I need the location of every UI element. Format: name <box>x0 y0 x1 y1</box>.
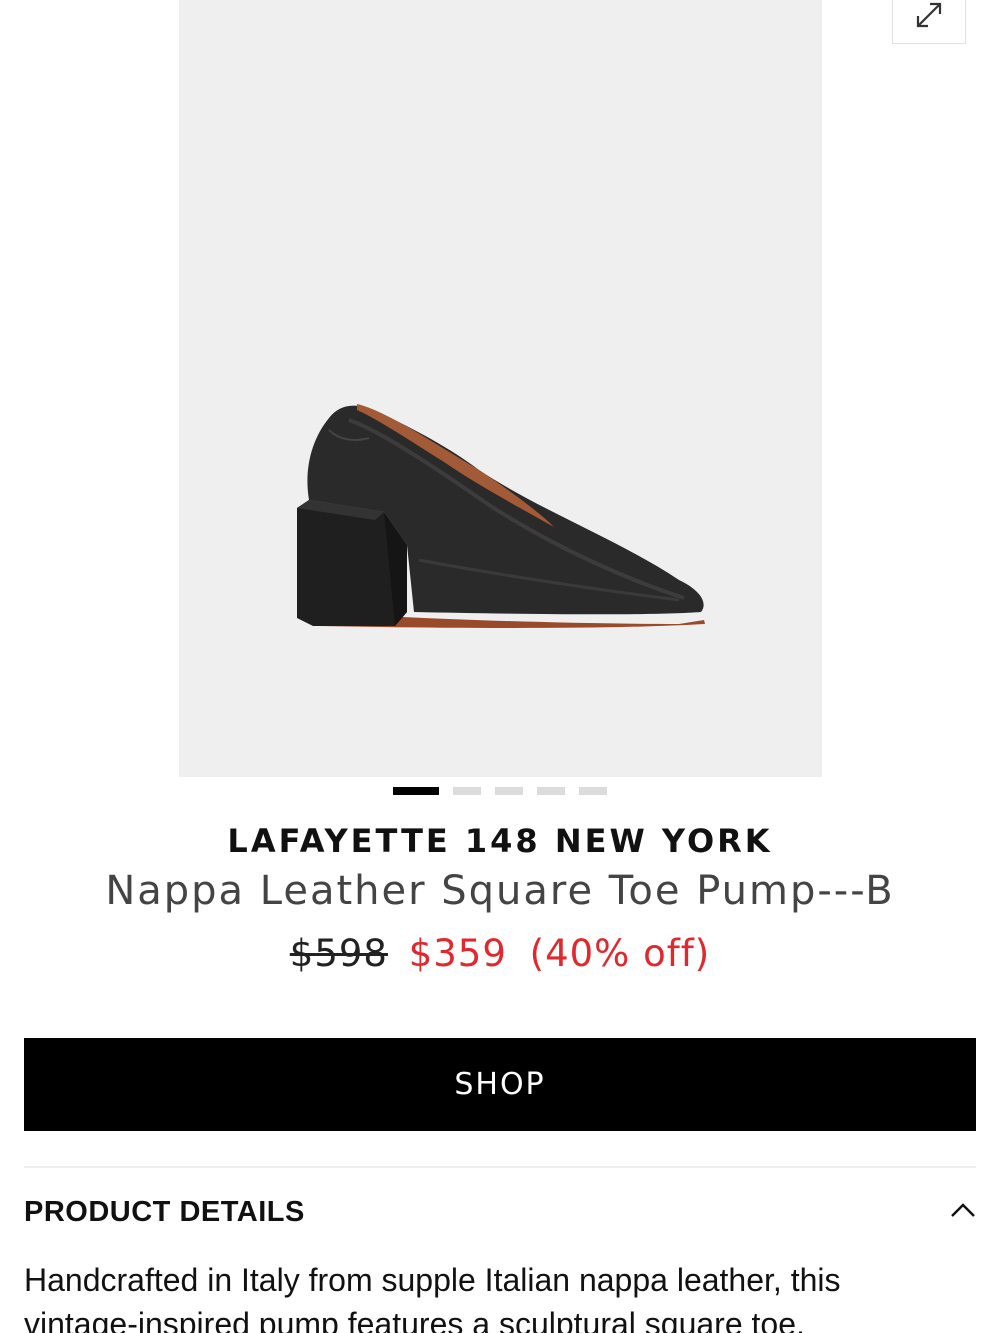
gallery-dot-5[interactable] <box>579 787 607 795</box>
gallery-dot-4[interactable] <box>537 787 565 795</box>
product-details-toggle[interactable]: PRODUCT DETAILS <box>24 1188 976 1236</box>
gallery-dot-2[interactable] <box>453 787 481 795</box>
chevron-up-icon[interactable] <box>950 1202 976 1223</box>
product-details-title: PRODUCT DETAILS <box>24 1195 305 1228</box>
product-description: Handcrafted in Italy from supple Italian… <box>24 1262 841 1333</box>
shoe-illustration <box>297 404 705 628</box>
section-divider <box>24 1166 976 1168</box>
gallery-pagination <box>0 787 1000 795</box>
product-page: LAFAYETTE 148 NEW YORK Nappa Leather Squ… <box>0 0 1000 1333</box>
product-title: Nappa Leather Square Toe Pump---B <box>105 868 895 914</box>
shop-button[interactable]: SHOP <box>24 1038 976 1131</box>
discount-label: (40% off) <box>529 932 711 975</box>
price-row: $598 $359 (40% off) <box>0 932 1000 975</box>
expand-diagonal-arrows-icon <box>912 0 946 37</box>
sale-price: $359 <box>408 932 507 975</box>
gallery-dot-3[interactable] <box>495 787 523 795</box>
product-image[interactable] <box>179 0 822 777</box>
gallery-dot-1[interactable] <box>393 787 439 795</box>
expand-image-button[interactable] <box>892 0 966 44</box>
original-price: $598 <box>289 932 388 975</box>
brand-name[interactable]: LAFAYETTE 148 NEW YORK <box>0 822 1000 860</box>
